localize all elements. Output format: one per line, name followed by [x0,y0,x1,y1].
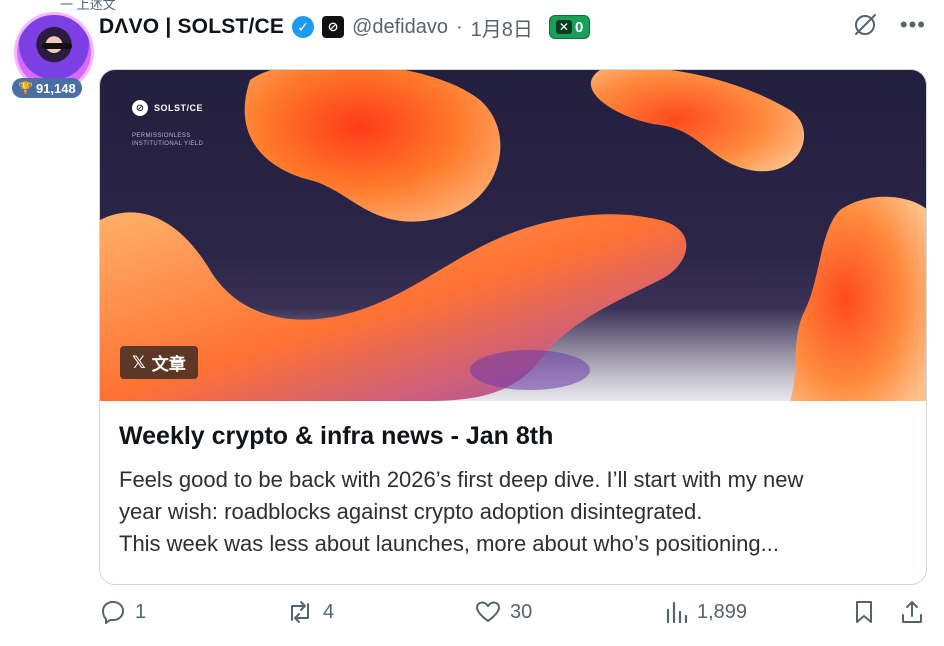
bookmark-icon [856,601,872,623]
post-date[interactable]: 1月8日 [471,13,533,42]
analytics-icon [666,601,688,624]
brand-logo-text: SOLST/CE [154,103,204,113]
bookmark-button[interactable] [851,598,877,626]
verified-badge-icon: ✓ [292,16,315,38]
author-avatar-container[interactable]: 🏆 91,148 [12,12,94,100]
heart-icon [476,601,500,622]
hero-blobs-graphic [100,70,926,401]
header-icons: ••• [852,12,926,38]
x-pill-count: 0 [574,18,584,36]
repost-button[interactable]: 4 [285,598,334,626]
article-title[interactable]: Weekly crypto & infra news - Jan 8th [119,422,553,451]
article-description-line: Feels good to be back with 2026’s first … [119,467,804,492]
author-display-name[interactable]: DΛVO | SOLST/CE [99,15,284,39]
article-description-line: year wish: roadblocks against crypto ado… [119,499,703,524]
follower-badge-count: 91,148 [35,80,76,96]
repost-count: 4 [323,600,335,623]
like-count: 30 [510,600,533,623]
article-card[interactable]: ⊘ SOLST/CE PERMISSIONLESS INSTITUTIONAL … [99,69,927,585]
x-logo-icon: 𝕏 [132,352,146,372]
affiliation-badge-icon[interactable]: ⊘ [322,16,345,38]
x-pill-icon: ✕ [555,20,572,34]
article-type-tag: 𝕏 文章 [120,346,198,379]
reply-button[interactable]: 1 [99,598,146,626]
brand-logo-icon: ⊘ [132,100,148,116]
views-button[interactable]: 1,899 [663,598,747,626]
reply-icon [102,601,124,624]
post-actions-bar: 1 4 30 1,899 [99,598,929,634]
author-handle[interactable]: @defidavo [352,16,448,39]
post-header: DΛVO | SOLST/CE ✓ ⊘ @defidavo · 1月8日 ✕ 0 [99,12,591,42]
share-icon [902,601,922,623]
share-button[interactable] [899,598,925,626]
reply-count: 1 [135,600,147,623]
repost-icon [291,601,309,623]
x-pill-badge[interactable]: ✕ 0 [548,15,591,39]
view-count: 1,899 [697,600,748,623]
brand-logo: ⊘ SOLST/CE [132,100,203,116]
like-button[interactable]: 30 [474,598,532,626]
dot-separator: · [456,15,463,38]
article-description-line: This week was less about launches, more … [119,531,779,556]
brand-tagline: PERMISSIONLESS INSTITUTIONAL YIELD [132,133,204,147]
follower-badge: 🏆 91,148 [12,78,82,98]
grok-icon[interactable] [852,12,878,38]
more-options-icon[interactable]: ••• [900,14,926,36]
trophy-icon: 🏆 [18,81,33,95]
article-description: Feels good to be back with 2026’s first … [119,464,909,560]
article-type-label: 文章 [151,355,186,374]
article-hero-image[interactable]: ⊘ SOLST/CE PERMISSIONLESS INSTITUTIONAL … [100,70,926,401]
